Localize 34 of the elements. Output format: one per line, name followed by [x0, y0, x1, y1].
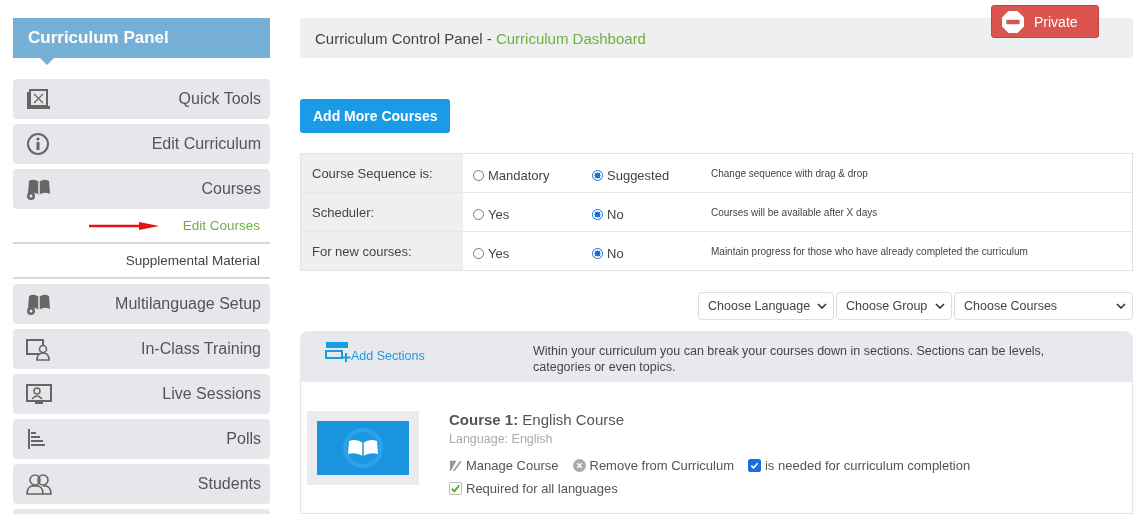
- sidebar-item[interactable]: Edit Curriculum: [13, 124, 270, 164]
- course-title: Course 1: English Course: [449, 411, 626, 428]
- radio-option[interactable]: Yes: [473, 206, 592, 222]
- filter-dropdown[interactable]: Choose Courses: [954, 292, 1133, 320]
- languages-checkbox-option[interactable]: Required for all languages: [449, 481, 971, 496]
- sections-description: Within your curriculum you can break your courses down in sections. Sections can be levels, categories or even topics.: [533, 343, 1046, 375]
- radio-option[interactable]: No: [592, 245, 711, 261]
- setting-note: Maintain progress for those who have already completed the curriculum: [711, 245, 1028, 257]
- setting-label: Scheduler:: [301, 193, 463, 231]
- sidebar-subitem[interactable]: Supplemental Material: [125, 253, 260, 268]
- filter-dropdown[interactable]: Choose Language: [698, 292, 834, 320]
- sidebar-item[interactable]: Students: [13, 464, 270, 504]
- panel-title: Curriculum Panel: [13, 18, 270, 65]
- filter-dropdown[interactable]: Choose Group: [836, 292, 952, 320]
- radio-option[interactable]: Yes: [473, 245, 592, 261]
- sidebar-item[interactable]: Multilanguage Setup: [13, 284, 270, 324]
- setting-label: For new courses:: [301, 232, 463, 270]
- completion-checkbox-option[interactable]: is needed for curriculum completion: [748, 458, 971, 473]
- sidebar-item[interactable]: Courses: [13, 169, 270, 209]
- radio-option[interactable]: Suggested: [592, 167, 711, 183]
- manage-course-link[interactable]: Manage Course: [449, 458, 559, 473]
- sidebar-item[interactable]: Quick Tools: [13, 79, 270, 119]
- remove-link[interactable]: Remove from Curriculum: [572, 458, 734, 473]
- radio-option[interactable]: No: [592, 206, 711, 222]
- private-button[interactable]: Private: [991, 5, 1099, 38]
- sidebar-item[interactable]: Live Sessions: [13, 374, 270, 414]
- radio-option[interactable]: Mandatory: [473, 167, 592, 183]
- setting-note: Courses will be available after X days: [711, 206, 878, 218]
- sidebar-item[interactable]: Polls: [13, 419, 270, 459]
- setting-note: Change sequence with drag & drop: [711, 167, 868, 179]
- breadcrumb: Curriculum Control Panel - Curriculum Dashboard: [315, 29, 646, 47]
- sidebar-item[interactable]: In-Class Training: [13, 329, 270, 369]
- course-language: Language: English: [449, 432, 554, 446]
- setting-label: Course Sequence is:: [301, 154, 463, 192]
